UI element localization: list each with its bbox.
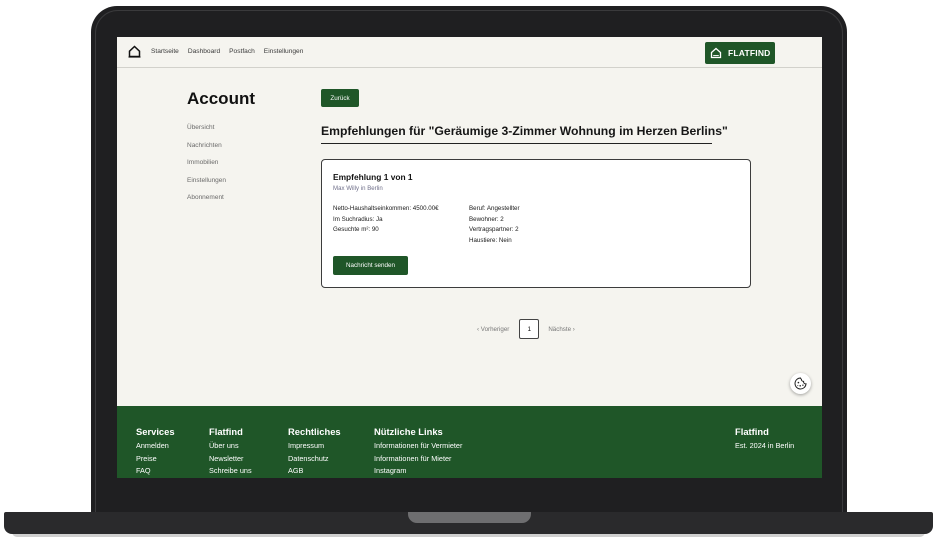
- footer-link-schreibe-uns[interactable]: Schreibe uns: [209, 466, 252, 478]
- nav-link-einstellungen[interactable]: Einstellungen: [264, 48, 304, 55]
- footer-link-instagram[interactable]: Instagram: [374, 466, 462, 478]
- footer-brand: Flatfind Est. 2024 in Berlin: [735, 426, 794, 454]
- footer-useful-links: Nützliche Links Informationen für Vermie…: [374, 426, 462, 478]
- recommendation-card: Empfehlung 1 von 1 Max Willy in Berlin N…: [321, 159, 751, 288]
- footer-legal-heading: Rechtliches: [288, 426, 341, 437]
- account-menu-abonnement[interactable]: Abonnement: [187, 194, 226, 212]
- footer-link-vermieter[interactable]: Informationen für Vermieter: [374, 441, 462, 454]
- footer-brand-heading: Flatfind: [735, 426, 769, 437]
- footer-services: Services Anmelden Preise FAQ: [136, 426, 175, 478]
- footer-legal: Rechtliches Impressum Datenschutz AGB: [288, 426, 341, 478]
- pagination-prev[interactable]: ‹ Vorheriger: [477, 326, 509, 333]
- pagination: ‹ Vorheriger 1 Nächste ›: [477, 319, 575, 339]
- footer-link-ueber-uns[interactable]: Über uns: [209, 441, 252, 454]
- home-icon[interactable]: [128, 45, 141, 58]
- page-title: Empfehlungen für "Geräumige 3-Zimmer Woh…: [321, 124, 728, 138]
- laptop-notch: [408, 512, 531, 523]
- recommendation-details-right: Beruf: Angestellter Bewohner: 2 Vertrags…: [469, 205, 520, 248]
- footer-link-mieter[interactable]: Informationen für Mieter: [374, 454, 462, 467]
- footer-link-faq[interactable]: FAQ: [136, 466, 175, 478]
- account-menu-nachrichten[interactable]: Nachrichten: [187, 142, 226, 160]
- nav-link-startseite[interactable]: Startseite: [151, 48, 179, 55]
- detail-contract-partners: Vertragspartner: 2: [469, 226, 519, 234]
- nav-link-postfach[interactable]: Postfach: [229, 48, 255, 55]
- back-button[interactable]: Zurück: [321, 89, 359, 107]
- send-message-button[interactable]: Nachricht senden: [333, 256, 408, 275]
- brand-name: FLATFIND: [728, 48, 771, 58]
- cookie-icon: [794, 377, 807, 390]
- footer-link-preise[interactable]: Preise: [136, 454, 175, 467]
- footer-useful-links-heading: Nützliche Links: [374, 426, 443, 437]
- detail-area: Gesuchte m²: 90: [333, 226, 379, 234]
- pagination-next[interactable]: Nächste ›: [548, 326, 574, 333]
- footer-link-impressum[interactable]: Impressum: [288, 441, 341, 454]
- account-title: Account: [187, 89, 255, 108]
- top-navigation: Startseite Dashboard Postfach Einstellun…: [117, 37, 822, 68]
- account-menu-uebersicht[interactable]: Übersicht: [187, 124, 226, 142]
- nav-links: Startseite Dashboard Postfach Einstellun…: [151, 48, 312, 55]
- footer-flatfind: Flatfind Über uns Newsletter Schreibe un…: [209, 426, 252, 478]
- footer-link-agb[interactable]: AGB: [288, 466, 341, 478]
- pagination-page[interactable]: 1: [519, 319, 540, 339]
- brand-button[interactable]: FLATFIND: [705, 42, 775, 64]
- footer-link-newsletter[interactable]: Newsletter: [209, 454, 252, 467]
- account-menu-immobilien[interactable]: Immobilien: [187, 159, 226, 177]
- house-outline-icon: [710, 47, 722, 59]
- footer: Services Anmelden Preise FAQ Flatfind Üb…: [117, 406, 822, 478]
- detail-radius: Im Suchradius: Ja: [333, 215, 383, 223]
- footer-link-datenschutz[interactable]: Datenschutz: [288, 454, 341, 467]
- detail-pets: Haustiere: Nein: [469, 237, 512, 245]
- recommendation-title: Empfehlung 1 von 1: [333, 172, 413, 182]
- recommendation-details-left: Netto-Haushaltseinkommen: 4500.00€ Im Su…: [333, 205, 439, 237]
- detail-residents: Bewohner: 2: [469, 215, 504, 223]
- nav-link-dashboard[interactable]: Dashboard: [188, 48, 220, 55]
- footer-link-anmelden[interactable]: Anmelden: [136, 441, 175, 454]
- footer-brand-tagline: Est. 2024 in Berlin: [735, 441, 795, 450]
- account-menu: Übersicht Nachrichten Immobilien Einstel…: [187, 124, 226, 212]
- footer-services-heading: Services: [136, 426, 175, 437]
- footer-flatfind-heading: Flatfind: [209, 426, 243, 437]
- cookie-button[interactable]: [790, 373, 811, 394]
- app-screen: Startseite Dashboard Postfach Einstellun…: [117, 37, 822, 478]
- recommendation-subtitle: Max Willy in Berlin: [333, 185, 383, 192]
- title-underline: [321, 143, 712, 144]
- account-menu-einstellungen[interactable]: Einstellungen: [187, 177, 226, 195]
- detail-job: Beruf: Angestellter: [469, 205, 520, 212]
- detail-income: Netto-Haushaltseinkommen: 4500.00€: [333, 205, 439, 212]
